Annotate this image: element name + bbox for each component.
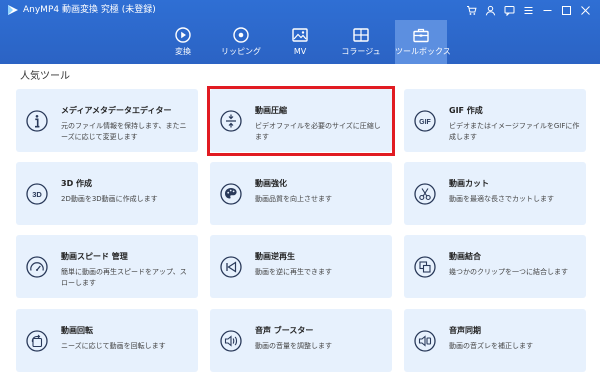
- tab-convert-label: 変換: [175, 47, 191, 56]
- tool-description: ビデオまたはイメージファイルをGIFに作成します: [449, 122, 580, 141]
- toolbox-icon: [413, 28, 429, 43]
- tool-card-video-reverser[interactable]: 動画逆再生 動画を逆に再生できます: [210, 235, 392, 298]
- audio-sync-icon: [414, 329, 436, 352]
- tool-card-gif-maker[interactable]: GIF GIF 作成 ビデオまたはイメージファイルをGIFに作成します: [404, 89, 586, 152]
- tool-title: 動画結合: [449, 252, 481, 261]
- tool-description: 元のファイル情報を保持します、またニーズに応じて変更します: [61, 122, 187, 141]
- tool-description: 2D動画を3D動画に作成します: [61, 195, 158, 203]
- tool-title: メディアメタデータエディター: [61, 106, 172, 115]
- cart-icon[interactable]: [463, 2, 480, 18]
- tool-title: 動画スピード 管理: [61, 252, 128, 261]
- compress-icon: [220, 109, 242, 132]
- tab-ripping-label: リッピング: [221, 47, 261, 56]
- tool-title: 動画強化: [255, 179, 287, 188]
- tab-mv-label: MV: [293, 47, 307, 56]
- info-icon: [26, 109, 48, 132]
- merge-icon: [414, 255, 436, 278]
- user-icon[interactable]: [482, 2, 499, 18]
- tab-convert[interactable]: 変換: [158, 20, 208, 64]
- tool-card-video-merger[interactable]: 動画結合 幾つかのクリップを一つに結合します: [404, 235, 586, 298]
- maximize-icon[interactable]: [558, 2, 575, 18]
- tool-card-metadata-editor[interactable]: メディアメタデータエディター 元のファイル情報を保持します、またニーズに応じて変…: [16, 89, 198, 152]
- tool-card-3d-maker[interactable]: 3D 3D 作成 2D動画を3D動画に作成します: [16, 162, 198, 225]
- convert-icon: [175, 27, 191, 43]
- palette-icon: [220, 182, 242, 205]
- tool-title: GIF 作成: [449, 106, 483, 115]
- tool-title: 音声同期: [449, 326, 481, 335]
- tool-description: 動画の音量を調整します: [255, 342, 332, 350]
- svg-text:3D: 3D: [32, 189, 42, 198]
- tool-title: 動画逆再生: [255, 252, 295, 261]
- tool-description: 動画を逆に再生できます: [255, 268, 332, 276]
- tool-title: 3D 作成: [61, 179, 92, 188]
- tool-card-video-trimmer[interactable]: 動画カット 動画を最適な長さでカットします: [404, 162, 586, 225]
- tab-ripping[interactable]: リッピング: [216, 20, 266, 64]
- tool-description: 幾つかのクリップを一つに結合します: [449, 268, 568, 276]
- ripping-icon: [233, 27, 249, 43]
- collage-icon: [353, 28, 369, 42]
- tool-title: 動画圧縮: [255, 106, 287, 115]
- tool-card-volume-booster[interactable]: 音声 ブースター 動画の音量を調整します: [210, 309, 392, 372]
- rewind-icon: [220, 255, 242, 278]
- volume-booster-icon: [220, 329, 242, 352]
- app-logo-icon: [8, 5, 18, 15]
- tool-description: 簡単に動画の再生スピードをアップ、スローします: [61, 268, 187, 287]
- tool-title: 動画回転: [61, 326, 93, 335]
- tool-description: ビデオファイルを必要のサイズに圧縮します: [255, 122, 381, 141]
- speedometer-icon: [26, 255, 48, 278]
- close-icon[interactable]: [577, 2, 594, 18]
- tool-title: 動画カット: [449, 179, 489, 188]
- app-title: AnyMP4 動画変換 究極 (未登録): [23, 5, 156, 15]
- main-tabs: 変換 リッピング MV コラージュ ツールボックス: [0, 20, 600, 64]
- tool-card-video-rotator[interactable]: 動画回転 ニーズに応じて動画を回転します: [16, 309, 198, 372]
- gif-icon: GIF: [414, 109, 436, 132]
- tool-card-audio-sync[interactable]: 音声同期 動画の音ズレを補正します: [404, 309, 586, 372]
- minimize-icon[interactable]: [539, 2, 556, 18]
- 3d-icon: 3D: [26, 182, 48, 205]
- tab-collage[interactable]: コラージュ: [336, 20, 386, 64]
- svg-text:GIF: GIF: [419, 118, 431, 125]
- app-header: AnyMP4 動画変換 究極 (未登録) 変換 リッピング MV コラージュ ツ…: [0, 0, 600, 64]
- tool-card-video-enhancer[interactable]: 動画強化 動画品質を向上させます: [210, 162, 392, 225]
- mv-icon: [292, 28, 308, 42]
- chat-icon[interactable]: [501, 2, 518, 18]
- tab-mv[interactable]: MV: [275, 20, 325, 64]
- tab-collage-label: コラージュ: [341, 47, 381, 56]
- tool-description: ニーズに応じて動画を回転します: [61, 342, 166, 350]
- tab-toolbox[interactable]: ツールボックス: [395, 20, 451, 64]
- tab-toolbox-label: ツールボックス: [395, 47, 451, 56]
- menu-icon[interactable]: [520, 2, 537, 18]
- title-bar: AnyMP4 動画変換 究極 (未登録): [0, 0, 600, 20]
- scissors-icon: [414, 182, 436, 205]
- section-title: 人気ツール: [20, 71, 70, 82]
- rotate-icon: [26, 329, 48, 352]
- tool-card-speed-controller[interactable]: 動画スピード 管理 簡単に動画の再生スピードをアップ、スローします: [16, 235, 198, 298]
- tool-description: 動画品質を向上させます: [255, 195, 332, 203]
- tool-description: 動画を最適な長さでカットします: [449, 195, 554, 203]
- window-controls: [463, 2, 594, 18]
- tool-title: 音声 ブースター: [255, 326, 314, 335]
- tool-description: 動画の音ズレを補正します: [449, 342, 533, 350]
- tool-card-video-compressor[interactable]: 動画圧縮 ビデオファイルを必要のサイズに圧縮します: [210, 89, 392, 152]
